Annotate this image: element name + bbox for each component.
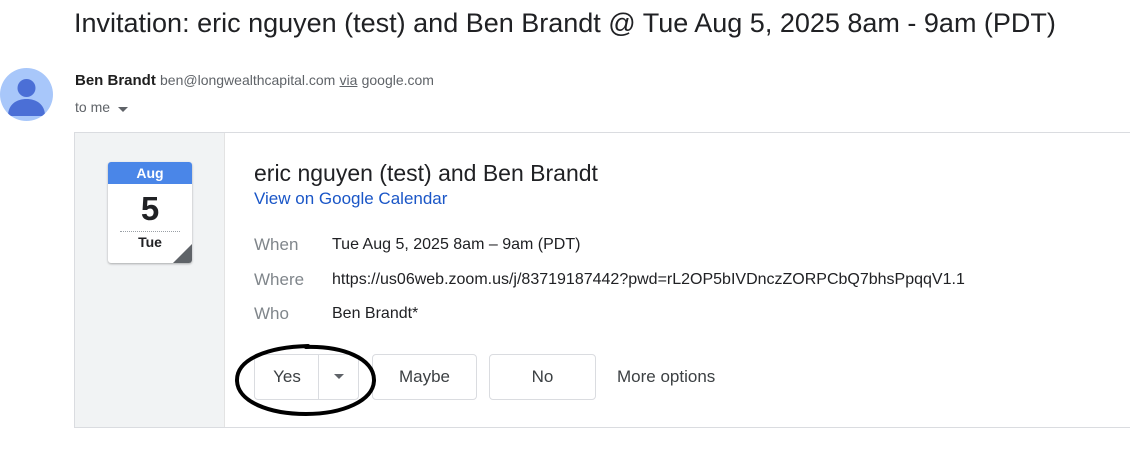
calendar-day: 5 [140, 190, 160, 227]
recipient-label: to me [75, 99, 111, 115]
chevron-down-icon [117, 99, 128, 117]
recipient-details-toggle[interactable]: to me [75, 98, 128, 117]
where-label: Where [254, 270, 305, 289]
rsvp-no-button[interactable]: No [489, 354, 596, 400]
card-date-panel: Aug 5 Tue [75, 133, 225, 427]
via-link[interactable]: via [340, 72, 358, 88]
calendar-date-icon: Aug 5 Tue [108, 162, 192, 263]
rsvp-yes-dropdown[interactable] [319, 355, 359, 399]
when-value: Tue Aug 5, 2025 8am – 9am (PDT) [332, 236, 581, 253]
caret-down-icon [334, 374, 344, 379]
rsvp-yes-label[interactable]: Yes [255, 355, 319, 399]
when-label: When [254, 235, 299, 254]
invitation-card: Aug 5 Tue eric nguyen (test) and Ben Bra… [74, 132, 1130, 428]
view-on-google-calendar-link[interactable]: View on Google Calendar [254, 188, 447, 210]
where-value[interactable]: https://us06web.zoom.us/j/83719187442?pw… [332, 269, 965, 291]
sender-line: Ben Brandt ben@longwealthcapital.com via… [75, 71, 434, 90]
more-options-link[interactable]: More options [617, 354, 715, 400]
page-fold-icon [173, 244, 192, 263]
sender-email: ben@longwealthcapital.com [160, 72, 336, 88]
person-icon [8, 79, 45, 116]
calendar-month: Aug [108, 162, 192, 184]
via-domain: google.com [361, 72, 434, 88]
who-value: Ben Brandt* [332, 305, 419, 322]
who-label: Who [254, 304, 289, 323]
rsvp-yes-button[interactable]: Yes [254, 354, 359, 400]
email-subject: Invitation: eric nguyen (test) and Ben B… [74, 8, 1056, 38]
event-title: eric nguyen (test) and Ben Brandt [254, 160, 598, 186]
sender-avatar[interactable] [0, 68, 53, 121]
rsvp-maybe-button[interactable]: Maybe [372, 354, 477, 400]
sender-name[interactable]: Ben Brandt [75, 72, 156, 89]
